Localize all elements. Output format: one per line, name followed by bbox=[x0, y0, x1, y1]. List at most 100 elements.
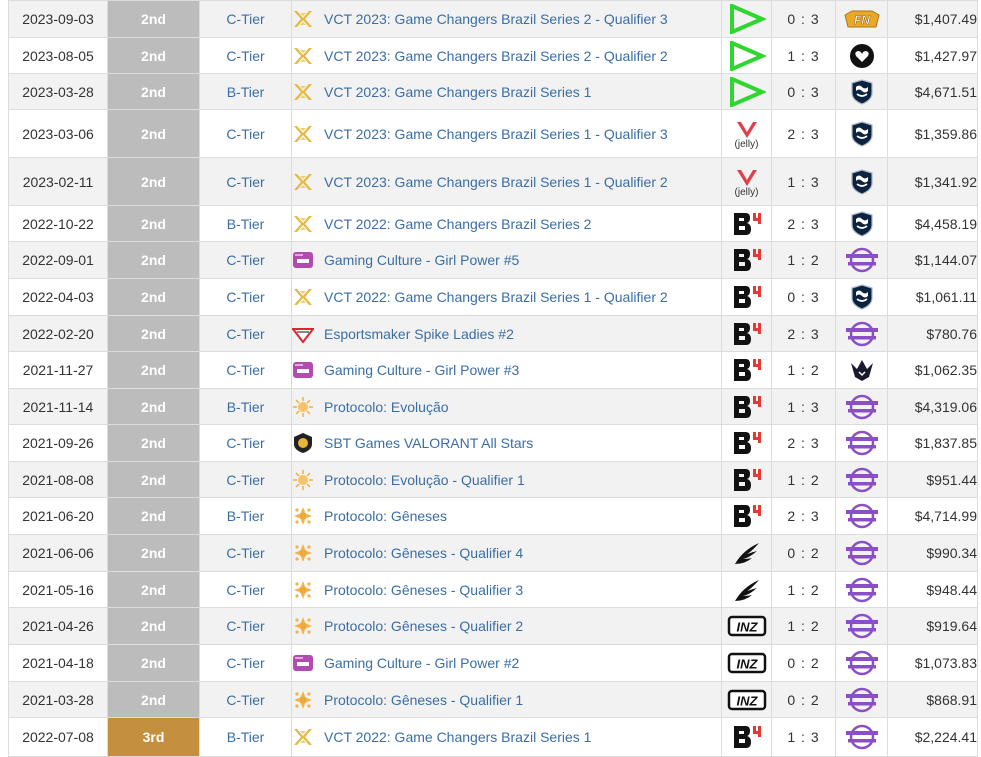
purple-team-icon bbox=[845, 320, 879, 348]
tier-link[interactable]: C-Tier bbox=[226, 618, 264, 634]
tournament-link[interactable]: VCT 2023: Game Changers Brazil Series 2 … bbox=[324, 48, 668, 64]
tier-link[interactable]: C-Tier bbox=[226, 472, 264, 488]
tier-link[interactable]: B-Tier bbox=[227, 399, 265, 415]
tournament-link[interactable]: Protocolo: Gêneses - Qualifier 2 bbox=[324, 618, 523, 634]
team-cell[interactable] bbox=[721, 73, 772, 110]
team-cell[interactable]: (jelly) bbox=[721, 109, 772, 158]
tournament-link[interactable]: Gaming Culture - Girl Power #3 bbox=[324, 362, 519, 378]
opponent-cell[interactable] bbox=[835, 351, 888, 389]
tier-link[interactable]: C-Tier bbox=[226, 11, 264, 27]
protocolo-geneses-icon bbox=[293, 689, 315, 711]
tier-link[interactable]: C-Tier bbox=[226, 692, 264, 708]
opponent-cell[interactable] bbox=[835, 497, 888, 535]
opponent-cell[interactable] bbox=[835, 461, 888, 498]
team-cell[interactable] bbox=[721, 37, 772, 74]
tier-link[interactable]: C-Tier bbox=[226, 362, 264, 378]
team-cell[interactable] bbox=[721, 717, 772, 757]
tier-link[interactable]: C-Tier bbox=[226, 252, 264, 268]
prize-cell: $1,341.92 bbox=[887, 157, 978, 206]
team-cell[interactable] bbox=[721, 351, 772, 389]
result-row: 2021-05-16 2nd C-Tier Protocolo: Gêneses - … bbox=[8, 571, 978, 608]
score-cell: 1 : 2 bbox=[771, 607, 836, 645]
tournament-link[interactable]: Protocolo: Gêneses - Qualifier 1 bbox=[324, 692, 523, 708]
score-cell: 2 : 3 bbox=[771, 205, 836, 242]
tournament-link[interactable]: VCT 2023: Game Changers Brazil Series 1 … bbox=[324, 174, 668, 190]
opponent-cell[interactable] bbox=[835, 315, 888, 352]
tournament-link[interactable]: Protocolo: Gêneses - Qualifier 3 bbox=[324, 582, 523, 598]
prize-cell: $1,073.83 bbox=[887, 644, 978, 682]
tier-link[interactable]: B-Tier bbox=[227, 729, 265, 745]
opponent-cell[interactable]: FN bbox=[835, 0, 888, 38]
tier-cell: C-Tier bbox=[199, 278, 292, 316]
tournament-link[interactable]: Gaming Culture - Girl Power #2 bbox=[324, 655, 519, 671]
opponent-cell[interactable] bbox=[835, 388, 888, 425]
team-cell[interactable] bbox=[721, 388, 772, 425]
opponent-cell[interactable] bbox=[835, 73, 888, 110]
tournament-link[interactable]: Esportsmaker Spike Ladies #2 bbox=[324, 326, 514, 342]
placement-cell: 3rd bbox=[107, 717, 200, 757]
team-cell[interactable] bbox=[721, 424, 772, 462]
date-cell: 2022-07-08 bbox=[8, 717, 108, 757]
tier-link[interactable]: B-Tier bbox=[227, 216, 265, 232]
opponent-cell[interactable] bbox=[835, 278, 888, 316]
opponent-cell[interactable] bbox=[835, 571, 888, 608]
tournament-link[interactable]: Protocolo: Gêneses - Qualifier 4 bbox=[324, 545, 523, 561]
tournament-link[interactable]: VCT 2022: Game Changers Brazil Series 1 bbox=[324, 729, 591, 745]
tournament-link[interactable]: VCT 2022: Game Changers Brazil Series 2 bbox=[324, 216, 591, 232]
tier-link[interactable]: C-Tier bbox=[226, 326, 264, 342]
tournament-link[interactable]: VCT 2023: Game Changers Brazil Series 1 bbox=[324, 84, 591, 100]
opponent-cell[interactable] bbox=[835, 241, 888, 279]
tournament-link[interactable]: Protocolo: Evolução bbox=[324, 399, 449, 415]
team-cell[interactable] bbox=[721, 0, 772, 38]
opponent-cell[interactable] bbox=[835, 681, 888, 718]
team-cell[interactable] bbox=[721, 205, 772, 242]
team-cell[interactable]: INZ bbox=[721, 681, 772, 718]
tier-link[interactable]: C-Tier bbox=[226, 655, 264, 671]
opponent-cell[interactable] bbox=[835, 37, 888, 74]
team-cell[interactable] bbox=[721, 241, 772, 279]
tier-link[interactable]: B-Tier bbox=[227, 84, 265, 100]
score-cell: 1 : 3 bbox=[771, 717, 836, 757]
tournament-link[interactable]: Protocolo: Evolução - Qualifier 1 bbox=[324, 472, 525, 488]
tier-link[interactable]: B-Tier bbox=[227, 508, 265, 524]
team-cell[interactable] bbox=[721, 461, 772, 498]
tournament-link[interactable]: VCT 2022: Game Changers Brazil Series 1 … bbox=[324, 289, 668, 305]
team-cell[interactable]: (jelly) bbox=[721, 157, 772, 206]
score-cell: 1 : 3 bbox=[771, 37, 836, 74]
liquid-team-icon bbox=[848, 168, 876, 196]
opponent-cell[interactable] bbox=[835, 607, 888, 645]
tournament-cell: Protocolo: Gêneses - Qualifier 2 bbox=[291, 607, 722, 645]
team-cell[interactable] bbox=[721, 278, 772, 316]
team-cell[interactable] bbox=[721, 571, 772, 608]
team-cell[interactable]: INZ bbox=[721, 644, 772, 682]
score-cell: 1 : 2 bbox=[771, 571, 836, 608]
team-cell[interactable]: INZ bbox=[721, 607, 772, 645]
tournament-link[interactable]: Gaming Culture - Girl Power #5 bbox=[324, 252, 519, 268]
opponent-cell[interactable] bbox=[835, 109, 888, 158]
tournament-link[interactable]: Protocolo: Gêneses bbox=[324, 508, 447, 524]
opponent-cell[interactable] bbox=[835, 157, 888, 206]
b4-team-icon bbox=[731, 502, 763, 530]
tier-link[interactable]: C-Tier bbox=[226, 582, 264, 598]
tier-link[interactable]: C-Tier bbox=[226, 289, 264, 305]
protocolo-geneses-icon bbox=[293, 579, 315, 601]
opponent-cell[interactable] bbox=[835, 424, 888, 462]
tournament-link[interactable]: VCT 2023: Game Changers Brazil Series 1 … bbox=[324, 126, 668, 142]
purple-team-icon bbox=[845, 612, 879, 640]
opponent-cell[interactable] bbox=[835, 717, 888, 757]
opponent-cell[interactable] bbox=[835, 205, 888, 242]
opponent-cell[interactable] bbox=[835, 644, 888, 682]
tier-link[interactable]: C-Tier bbox=[226, 126, 264, 142]
opponent-cell[interactable] bbox=[835, 534, 888, 572]
team-cell[interactable] bbox=[721, 497, 772, 535]
tier-link[interactable]: C-Tier bbox=[226, 435, 264, 451]
tier-link[interactable]: C-Tier bbox=[226, 48, 264, 64]
team-cell[interactable] bbox=[721, 315, 772, 352]
team-cell[interactable] bbox=[721, 534, 772, 572]
score-cell: 1 : 2 bbox=[771, 461, 836, 498]
tier-link[interactable]: C-Tier bbox=[226, 174, 264, 190]
tournament-link[interactable]: SBT Games VALORANT All Stars bbox=[324, 435, 533, 451]
tier-link[interactable]: C-Tier bbox=[226, 545, 264, 561]
date-cell: 2021-06-20 bbox=[8, 497, 108, 535]
tournament-link[interactable]: VCT 2023: Game Changers Brazil Series 2 … bbox=[324, 11, 668, 27]
